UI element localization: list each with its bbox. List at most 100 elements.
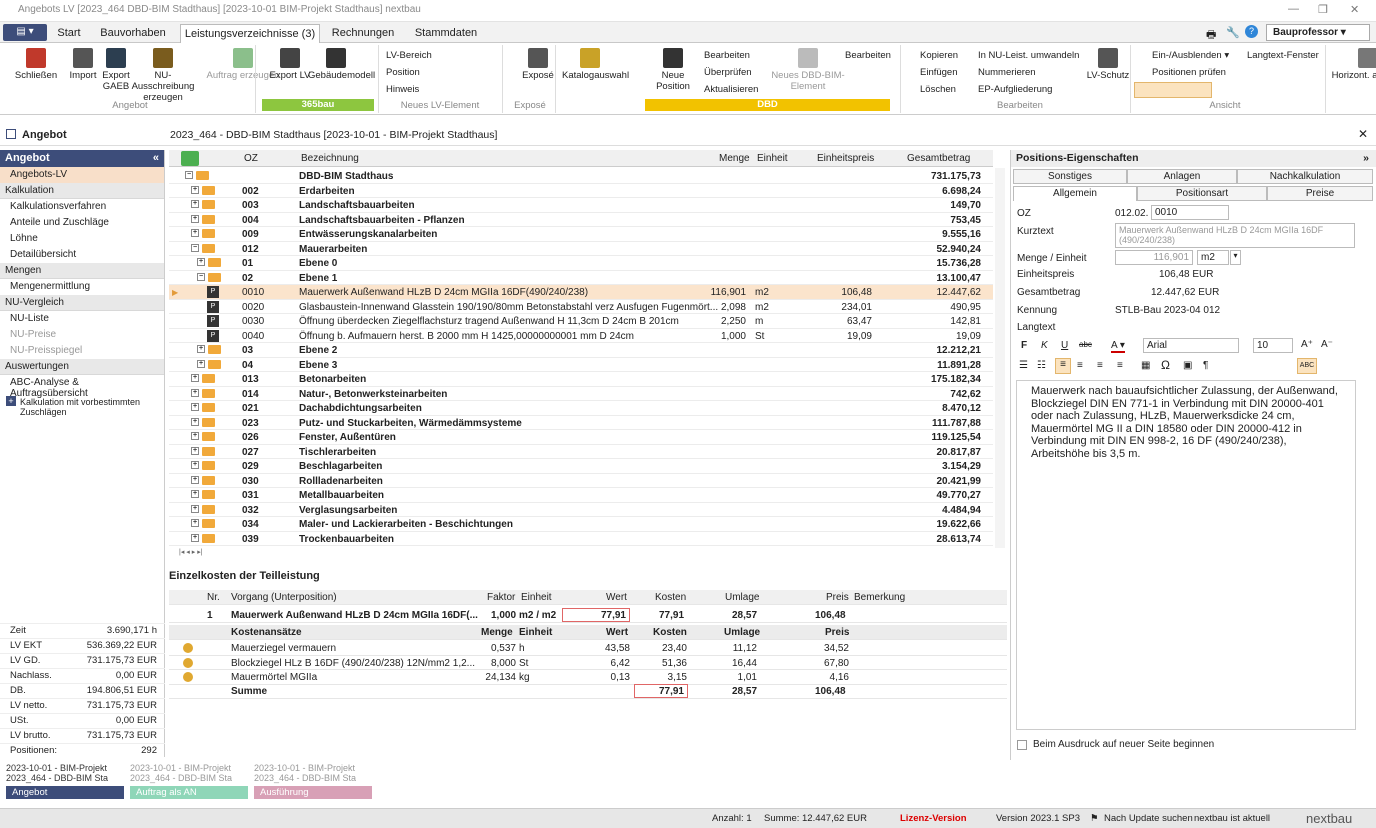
ribbon-item-positionen-pr-fen[interactable]: Positionen prüfen bbox=[1152, 67, 1226, 78]
font-shrink-icon[interactable]: A⁻ bbox=[1321, 339, 1333, 350]
tab-leistungsverzeichnisse[interactable]: Leistungsverzeichnisse (3) bbox=[180, 24, 320, 43]
expand-toggle-icon[interactable]: + bbox=[191, 533, 199, 542]
expand-toggle-icon[interactable]: + bbox=[191, 475, 199, 484]
expand-toggle-icon[interactable]: + bbox=[191, 519, 199, 527]
table-row[interactable]: +013 Betonarbeiten 175.182,34 bbox=[169, 372, 993, 387]
strikethrough-icon[interactable]: abc bbox=[1079, 340, 1092, 349]
table-row[interactable]: +003 Landschaftsbauarbeiten 149,70 bbox=[169, 198, 993, 213]
expand-toggle-icon[interactable]: + bbox=[197, 345, 205, 353]
sidebar-item-detail-bersicht[interactable]: Detailübersicht bbox=[0, 247, 164, 263]
expand-toggle-icon[interactable]: + bbox=[191, 185, 199, 194]
ribbon-button-horizont-anordn-[interactable]: Horizont. anordn. bbox=[1330, 48, 1376, 81]
ribbon-item-hinweis[interactable]: Hinweis bbox=[386, 84, 419, 95]
expand-toggle-icon[interactable]: − bbox=[191, 243, 199, 252]
col-gesamtbetrag[interactable]: Gesamtbetrag bbox=[907, 153, 970, 164]
table-row[interactable]: +023 Putz- und Stuckarbeiten, Wärmedämmsy… bbox=[169, 416, 993, 430]
expand-toggle-icon[interactable]: + bbox=[191, 504, 199, 513]
window-switcher-item[interactable]: 2023-10-01 - BIM-Projekt 2023_464 - DBD-B… bbox=[6, 763, 108, 783]
ribbon-button-lv-schutz[interactable]: LV-Schutz bbox=[1080, 48, 1136, 81]
tab-bauvorhaben[interactable]: Bauvorhaben bbox=[94, 24, 172, 43]
einheit-select[interactable]: m2 bbox=[1197, 250, 1229, 265]
close-icon[interactable]: ✕ bbox=[1358, 127, 1368, 141]
window-switcher-item[interactable]: 2023-10-01 - BIM-Projekt 2023_464 - DBD-B… bbox=[254, 763, 356, 783]
kalkulation-option[interactable]: + Kalkulation mit vorbestimmten Zuschläg… bbox=[0, 391, 164, 423]
expand-toggle-icon[interactable]: + bbox=[191, 432, 199, 440]
ribbon-item-nummerieren[interactable]: Nummerieren bbox=[978, 67, 1036, 78]
sidebar-item-mengen[interactable]: Mengen bbox=[0, 263, 164, 279]
expand-toggle-icon[interactable]: + bbox=[191, 446, 199, 455]
sidebar-item-mengenermittlung[interactable]: Mengenermittlung bbox=[0, 279, 164, 295]
table-row[interactable]: +030 Rollladenarbeiten 20.421,99 bbox=[169, 474, 993, 488]
image-icon[interactable]: ▣ bbox=[1183, 360, 1192, 371]
expand-toggle-icon[interactable]: + bbox=[197, 258, 205, 266]
table-row[interactable]: +009 Entwässerungskanalarbeiten 9.555,16 bbox=[169, 227, 993, 242]
table-row[interactable]: − DBD-BIM Stadthaus 731.175,73 bbox=[169, 169, 993, 184]
ribbon-button-geb-udemodell[interactable]: Gebäudemodell bbox=[308, 48, 375, 81]
cost-row[interactable]: Blockziegel HLz B 16DF (490/240/238) 12N… bbox=[169, 656, 1007, 670]
table-row[interactable]: +026 Fenster, Außentüren 119.125,54 bbox=[169, 430, 993, 445]
table-row[interactable]: +004 Landschaftsbauarbeiten - Pflanzen 753… bbox=[169, 213, 993, 227]
ribbon-item-l-schen[interactable]: Löschen bbox=[920, 84, 956, 95]
ribbon-item-position[interactable]: Position bbox=[386, 67, 420, 78]
table-row[interactable]: − 02 Ebene 1 13.100,47 bbox=[169, 271, 993, 285]
window-tab-angebot[interactable]: Angebot bbox=[6, 786, 124, 799]
table-row[interactable]: +021 Dachabdichtungsarbeiten 8.470,12 bbox=[169, 401, 993, 416]
expand-toggle-icon[interactable]: + bbox=[191, 388, 199, 397]
new-page-checkbox[interactable] bbox=[1017, 740, 1027, 750]
expand-toggle-icon[interactable]: + bbox=[191, 461, 199, 469]
table-row[interactable]: P 0020 Glasbaustein-Innenwand Glasstein 19… bbox=[169, 300, 993, 314]
window-tab-auftrag-als-an[interactable]: Auftrag als AN bbox=[130, 786, 248, 799]
tab-start[interactable]: Start bbox=[50, 24, 88, 43]
align-right-icon[interactable]: ≡ bbox=[1097, 360, 1103, 371]
help-icon[interactable]: ? bbox=[1245, 25, 1258, 38]
table-row[interactable]: +03 Ebene 2 12.212,21 bbox=[169, 343, 993, 358]
tab-rechnungen[interactable]: Rechnungen bbox=[326, 24, 400, 43]
expand-toggle-icon[interactable]: + bbox=[191, 490, 199, 498]
sidebar-item-abc-analyse-auftrags-bersicht[interactable]: ABC-Analyse & Auftragsübersicht bbox=[0, 375, 164, 399]
table-row[interactable]: P 0040 Öffnung b. Aufmauern herst. B 2000 … bbox=[169, 329, 993, 343]
ribbon-item-aktualisieren[interactable]: Aktualisieren bbox=[704, 84, 758, 95]
ribbon-button-katalogauswahl[interactable]: Katalogauswahl bbox=[562, 48, 629, 81]
table-row[interactable]: +04 Ebene 3 11.891,28 bbox=[169, 358, 993, 372]
grid-scrollbar[interactable] bbox=[995, 168, 1005, 548]
cost-main-row[interactable]: 1 Mauerwerk Außenwand HLzB D 24cm MGIIa … bbox=[169, 608, 1007, 623]
table-row[interactable]: +039 Trockenbauarbeiten 28.613,74 bbox=[169, 532, 993, 546]
table-row[interactable]: +002 Erdarbeiten 6.698,24 bbox=[169, 184, 993, 198]
ribbon-item-ein-ausblenden-[interactable]: Ein-/Ausblenden ▾ bbox=[1152, 50, 1229, 61]
table-row[interactable]: − 012 Mauerarbeiten 52.940,24 bbox=[169, 242, 993, 256]
omega-icon[interactable]: Ω bbox=[1161, 358, 1170, 372]
kurztext-field[interactable]: Mauerwerk Außenwand HLzB D 24cm MGIIa 16… bbox=[1115, 223, 1355, 248]
font-select[interactable]: Arial bbox=[1143, 338, 1239, 353]
italic-icon[interactable]: K bbox=[1041, 340, 1048, 351]
ribbon-item--berpr-fen[interactable]: Überprüfen bbox=[704, 67, 752, 78]
ribbon-button-neues-dbd-bim-element[interactable]: Neues DBD-BIM-Element bbox=[770, 48, 846, 92]
sidebar-item-angebots-lv[interactable]: Angebots-LV bbox=[0, 167, 164, 183]
expand-toggle-icon[interactable]: + bbox=[191, 200, 199, 208]
table-row[interactable]: +027 Tischlerarbeiten 20.817,87 bbox=[169, 445, 993, 459]
align-left-icon[interactable]: ≡ bbox=[1055, 358, 1071, 374]
table-row[interactable]: +014 Natur-, Betonwerksteinarbeiten 742,62 bbox=[169, 387, 993, 401]
table-row[interactable]: +029 Beschlagarbeiten 3.154,29 bbox=[169, 459, 993, 474]
numbered-list-icon[interactable]: ☷ bbox=[1037, 360, 1046, 371]
col-einheit[interactable]: Einheit bbox=[757, 153, 788, 164]
align-center-icon[interactable]: ≡ bbox=[1077, 360, 1083, 371]
update-link[interactable]: Nach Update suchen bbox=[1104, 813, 1193, 824]
sidebar-item-l-hne[interactable]: Löhne bbox=[0, 231, 164, 247]
expand-toggle-icon[interactable]: − bbox=[197, 272, 205, 281]
tab-sonstiges[interactable]: Sonstiges bbox=[1013, 169, 1127, 184]
cost-row[interactable]: Mauermörtel MGIIa 24,134 kg 0,13 3,15 1,01 4,1… bbox=[169, 670, 1007, 685]
underline-icon[interactable]: U bbox=[1061, 340, 1068, 351]
app-menu-button[interactable]: ▤ ▾ bbox=[3, 24, 47, 41]
tab-positionsart[interactable]: Positionsart bbox=[1137, 186, 1267, 201]
ribbon-button-nu-ausschreibung-erzeugen[interactable]: NU-Ausschreibung erzeugen bbox=[125, 48, 201, 103]
ribbon-item-einf-gen[interactable]: Einfügen bbox=[920, 67, 958, 78]
tab-anlagen[interactable]: Anlagen bbox=[1127, 169, 1237, 184]
ribbon-item-in-nu-leist-umwandeln[interactable]: In NU-Leist. umwandeln bbox=[978, 50, 1079, 61]
collapse-icon[interactable]: « bbox=[153, 152, 159, 164]
sidebar-item-anteile-und-zuschl-ge[interactable]: Anteile und Zuschläge bbox=[0, 215, 164, 231]
table-icon[interactable]: ▦ bbox=[1141, 360, 1150, 371]
oz-input[interactable]: 0010 bbox=[1151, 205, 1229, 220]
font-grow-icon[interactable]: A⁺ bbox=[1301, 339, 1313, 350]
maximize-icon[interactable]: ❐ bbox=[1318, 3, 1328, 16]
wrench-icon[interactable]: 🔧 bbox=[1226, 26, 1240, 39]
